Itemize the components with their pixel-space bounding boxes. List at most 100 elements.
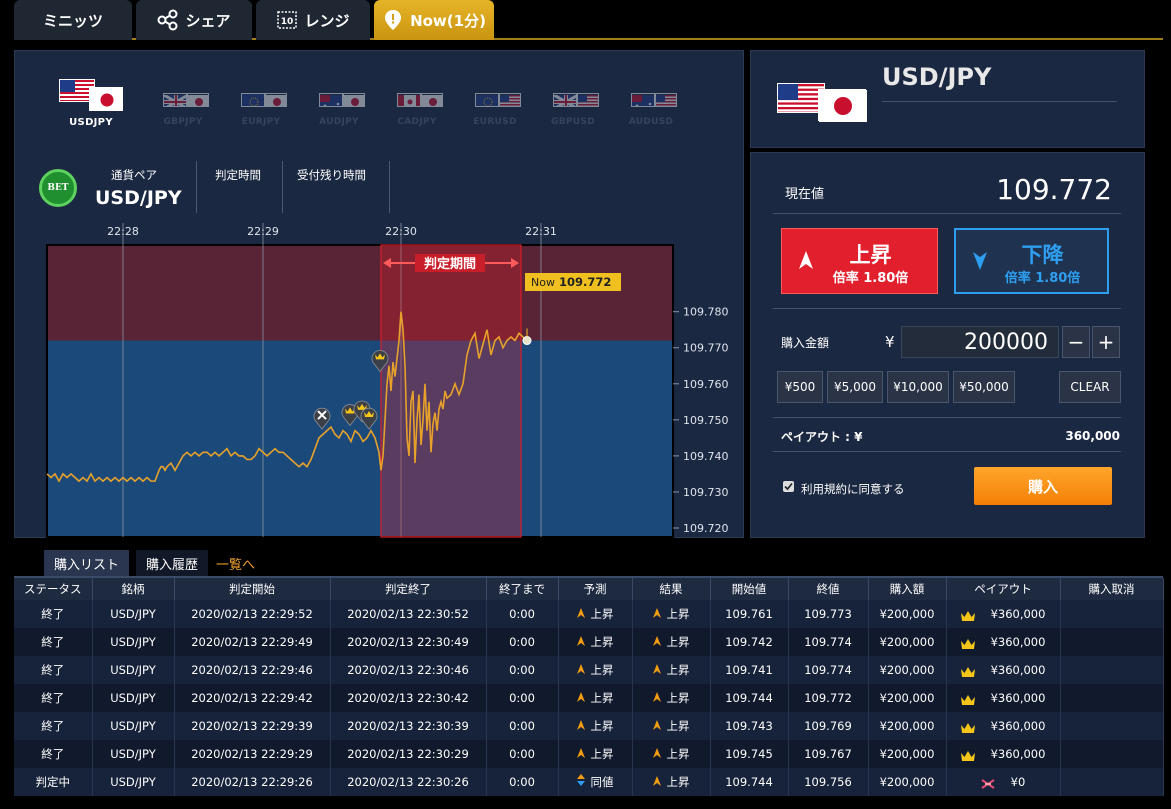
tab-range[interactable]: 10 レンジ xyxy=(256,0,370,40)
payout-text: ¥360,000 xyxy=(990,607,1046,621)
cell-cancel xyxy=(1060,656,1164,684)
tab-purchase-history[interactable]: 購入履歴 xyxy=(136,550,209,576)
cell-pred: 上昇 xyxy=(558,684,633,712)
time-tick-label: 22:31 xyxy=(525,225,557,238)
eu-flag-icon xyxy=(241,93,265,107)
usdjpy-flags xyxy=(55,79,127,111)
pair-gbpjpy[interactable]: GBPJPY xyxy=(147,79,219,127)
cell-payout: ¥360,000 xyxy=(946,740,1061,768)
jp-flag-icon xyxy=(89,87,123,111)
jp-flag-icon xyxy=(343,93,365,107)
eurusd-flags xyxy=(459,79,531,111)
payout-text: ¥360,000 xyxy=(990,747,1046,761)
terms-checkbox[interactable] xyxy=(783,481,794,492)
pair-gbpusd[interactable]: GBPUSD xyxy=(537,79,609,127)
payout-value: 360,000 xyxy=(1065,429,1120,443)
payout-text: ¥360,000 xyxy=(990,719,1046,733)
payout-text: ¥360,000 xyxy=(990,635,1046,649)
y-tick-label: 109.740 xyxy=(683,450,729,463)
judge-period-band xyxy=(380,244,522,538)
amount-plus-button[interactable]: + xyxy=(1092,326,1120,358)
cell-start: 2020/02/13 22:29:52 xyxy=(174,600,331,628)
cell-cancel xyxy=(1060,712,1164,740)
up-arrow-icon xyxy=(576,720,585,733)
tab-range-label: レンジ xyxy=(304,11,350,30)
pair-eurjpy[interactable]: EURJPY xyxy=(225,79,297,127)
cell-end: 2020/02/13 22:30:46 xyxy=(330,656,487,684)
us-flag-icon xyxy=(655,93,677,107)
up-arrow-icon xyxy=(652,692,661,705)
tab-minutes[interactable]: ミニッツ xyxy=(14,0,132,40)
crown-icon xyxy=(960,694,975,705)
cell-close: 109.769 xyxy=(788,712,869,740)
au-flag-icon xyxy=(319,93,343,107)
amount-label: 購入金額 xyxy=(781,336,830,350)
judge-period-label: 判定期間 xyxy=(424,256,476,272)
cell-amount: ¥200,000 xyxy=(868,740,947,768)
pair-info-value: USD/JPY xyxy=(95,187,182,209)
column-header: 判定開始 xyxy=(174,578,331,600)
cell-start: 2020/02/13 22:29:46 xyxy=(174,656,331,684)
price-chart[interactable]: 22:28 22:29 22:30 22:31 109.780 109.770 109.76… xyxy=(45,223,735,539)
y-tick-label: 109.720 xyxy=(683,522,729,535)
column-header: 開始値 xyxy=(710,578,789,600)
cell-open: 109.743 xyxy=(710,712,789,740)
chip-10000-button[interactable]: ¥10,000 xyxy=(887,371,949,403)
pred-text: 上昇 xyxy=(590,663,614,677)
pair-usdjpy[interactable]: USDJPY xyxy=(55,79,127,128)
cell-result: 上昇 xyxy=(632,740,711,768)
pair-label: GBPJPY xyxy=(163,117,203,127)
clear-button[interactable]: CLEAR xyxy=(1059,371,1121,403)
rise-rate: 倍率 1.80倍 xyxy=(832,271,909,286)
y-tick-label: 109.750 xyxy=(683,414,729,427)
fall-button[interactable]: 下降 倍率 1.80倍 xyxy=(954,228,1109,294)
pair-selector: USDJPY GBPJPY EURJPY AUDJPY CADJPY EURUS… xyxy=(55,79,695,129)
now-label: Now xyxy=(531,276,555,289)
view-all-link[interactable]: 一覧へ xyxy=(206,550,265,576)
amount-input[interactable]: 200000 xyxy=(901,326,1059,358)
cell-symbol: USD/JPY xyxy=(92,600,175,628)
pred-text: 上昇 xyxy=(590,635,614,649)
same-icon xyxy=(576,774,585,789)
pair-eurusd[interactable]: EURUSD xyxy=(459,79,531,127)
cell-status: 終了 xyxy=(14,628,93,656)
buy-button[interactable]: 購入 xyxy=(974,467,1112,505)
time-tick-label: 22:28 xyxy=(107,225,139,238)
cell-result: 上昇 xyxy=(632,684,711,712)
result-text: 上昇 xyxy=(666,691,690,705)
column-header: 購入額 xyxy=(868,578,947,600)
tab-now-label: Now(1分) xyxy=(410,11,486,30)
cell-end: 2020/02/13 22:30:52 xyxy=(330,600,487,628)
chip-5000-button[interactable]: ¥5,000 xyxy=(827,371,883,403)
pair-label: EURJPY xyxy=(241,117,281,127)
time-tick-label: 22:30 xyxy=(385,225,417,238)
column-header: 判定終了 xyxy=(330,578,487,600)
tab-minutes-label: ミニッツ xyxy=(42,11,103,30)
pred-text: 上昇 xyxy=(590,719,614,733)
column-header: 結果 xyxy=(632,578,711,600)
result-text: 上昇 xyxy=(666,775,690,789)
cell-amount: ¥200,000 xyxy=(868,600,947,628)
cell-result: 上昇 xyxy=(632,656,711,684)
cell-start: 2020/02/13 22:29:42 xyxy=(174,684,331,712)
judge-time-label: 判定時間 xyxy=(215,168,261,182)
cell-symbol: USD/JPY xyxy=(92,656,175,684)
divider xyxy=(282,161,283,213)
pred-text: 同値 xyxy=(590,775,614,789)
rise-button[interactable]: 上昇 倍率 1.80倍 xyxy=(781,228,938,294)
eurjpy-flags xyxy=(225,79,297,111)
table-header-row: ステータス 銘柄 判定開始 判定終了 終了まで 予測 結果 開始値 終値 購入額 ペイアウト 購入取消 xyxy=(14,578,1164,600)
chip-500-button[interactable]: ¥500 xyxy=(777,371,823,403)
y-tick-label: 109.760 xyxy=(683,378,729,391)
column-header: 終値 xyxy=(788,578,869,600)
tab-purchase-list[interactable]: 購入リスト xyxy=(44,550,130,576)
tab-now[interactable]: Now(1分) xyxy=(374,0,494,40)
pair-cadjpy[interactable]: CADJPY xyxy=(381,79,453,127)
amount-minus-button[interactable]: − xyxy=(1062,326,1090,358)
pair-audjpy[interactable]: AUDJPY xyxy=(303,79,375,127)
tab-share[interactable]: シェア xyxy=(136,0,252,40)
pair-audusd[interactable]: AUDUSD xyxy=(615,79,687,127)
audusd-flags xyxy=(615,79,687,111)
cell-start: 2020/02/13 22:29:29 xyxy=(174,740,331,768)
chip-50000-button[interactable]: ¥50,000 xyxy=(953,371,1015,403)
